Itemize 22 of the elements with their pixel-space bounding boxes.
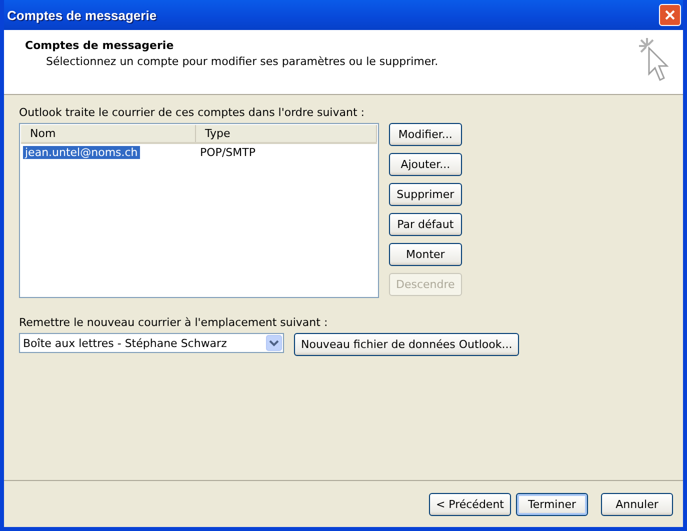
- action-button[interactable]: Monter: [389, 243, 462, 266]
- header-title: Comptes de messagerie: [25, 39, 175, 52]
- column-header[interactable]: Nom: [21, 125, 196, 142]
- header-subtitle: Sélectionnez un compte pour modifier ses paramètres ou le supprimer.: [45, 55, 438, 68]
- action-button[interactable]: Modifier...: [389, 123, 462, 146]
- account-type: POP/SMTP: [200, 146, 256, 159]
- mailbox-dropdown[interactable]: Boîte aux lettres - Stéphane Schwarz: [19, 333, 284, 353]
- wizard-button[interactable]: Terminer: [516, 492, 588, 516]
- wizard-button[interactable]: < Précédent: [428, 492, 511, 516]
- action-button[interactable]: Supprimer: [389, 183, 462, 206]
- cursor-sparkle-icon: [637, 36, 671, 84]
- new-data-file-button[interactable]: Nouveau fichier de données Outlook...: [294, 333, 520, 356]
- window-title: Comptes de messagerie: [7, 8, 157, 22]
- wizard-button[interactable]: Annuler: [601, 492, 673, 516]
- column-header[interactable]: Type: [196, 125, 377, 142]
- close-button[interactable]: [659, 4, 681, 26]
- account-name[interactable]: jean.untel@noms.ch: [23, 146, 140, 159]
- accounts-label: Outlook traite le courrier de ces comptes dans l'ordre suivant :: [19, 106, 366, 119]
- action-button[interactable]: Ajouter...: [389, 153, 462, 176]
- close-icon: [664, 9, 676, 21]
- action-button[interactable]: Par défaut: [389, 213, 462, 236]
- delivery-label: Remettre le nouveau courrier à l'emplacement suivant :: [19, 316, 329, 329]
